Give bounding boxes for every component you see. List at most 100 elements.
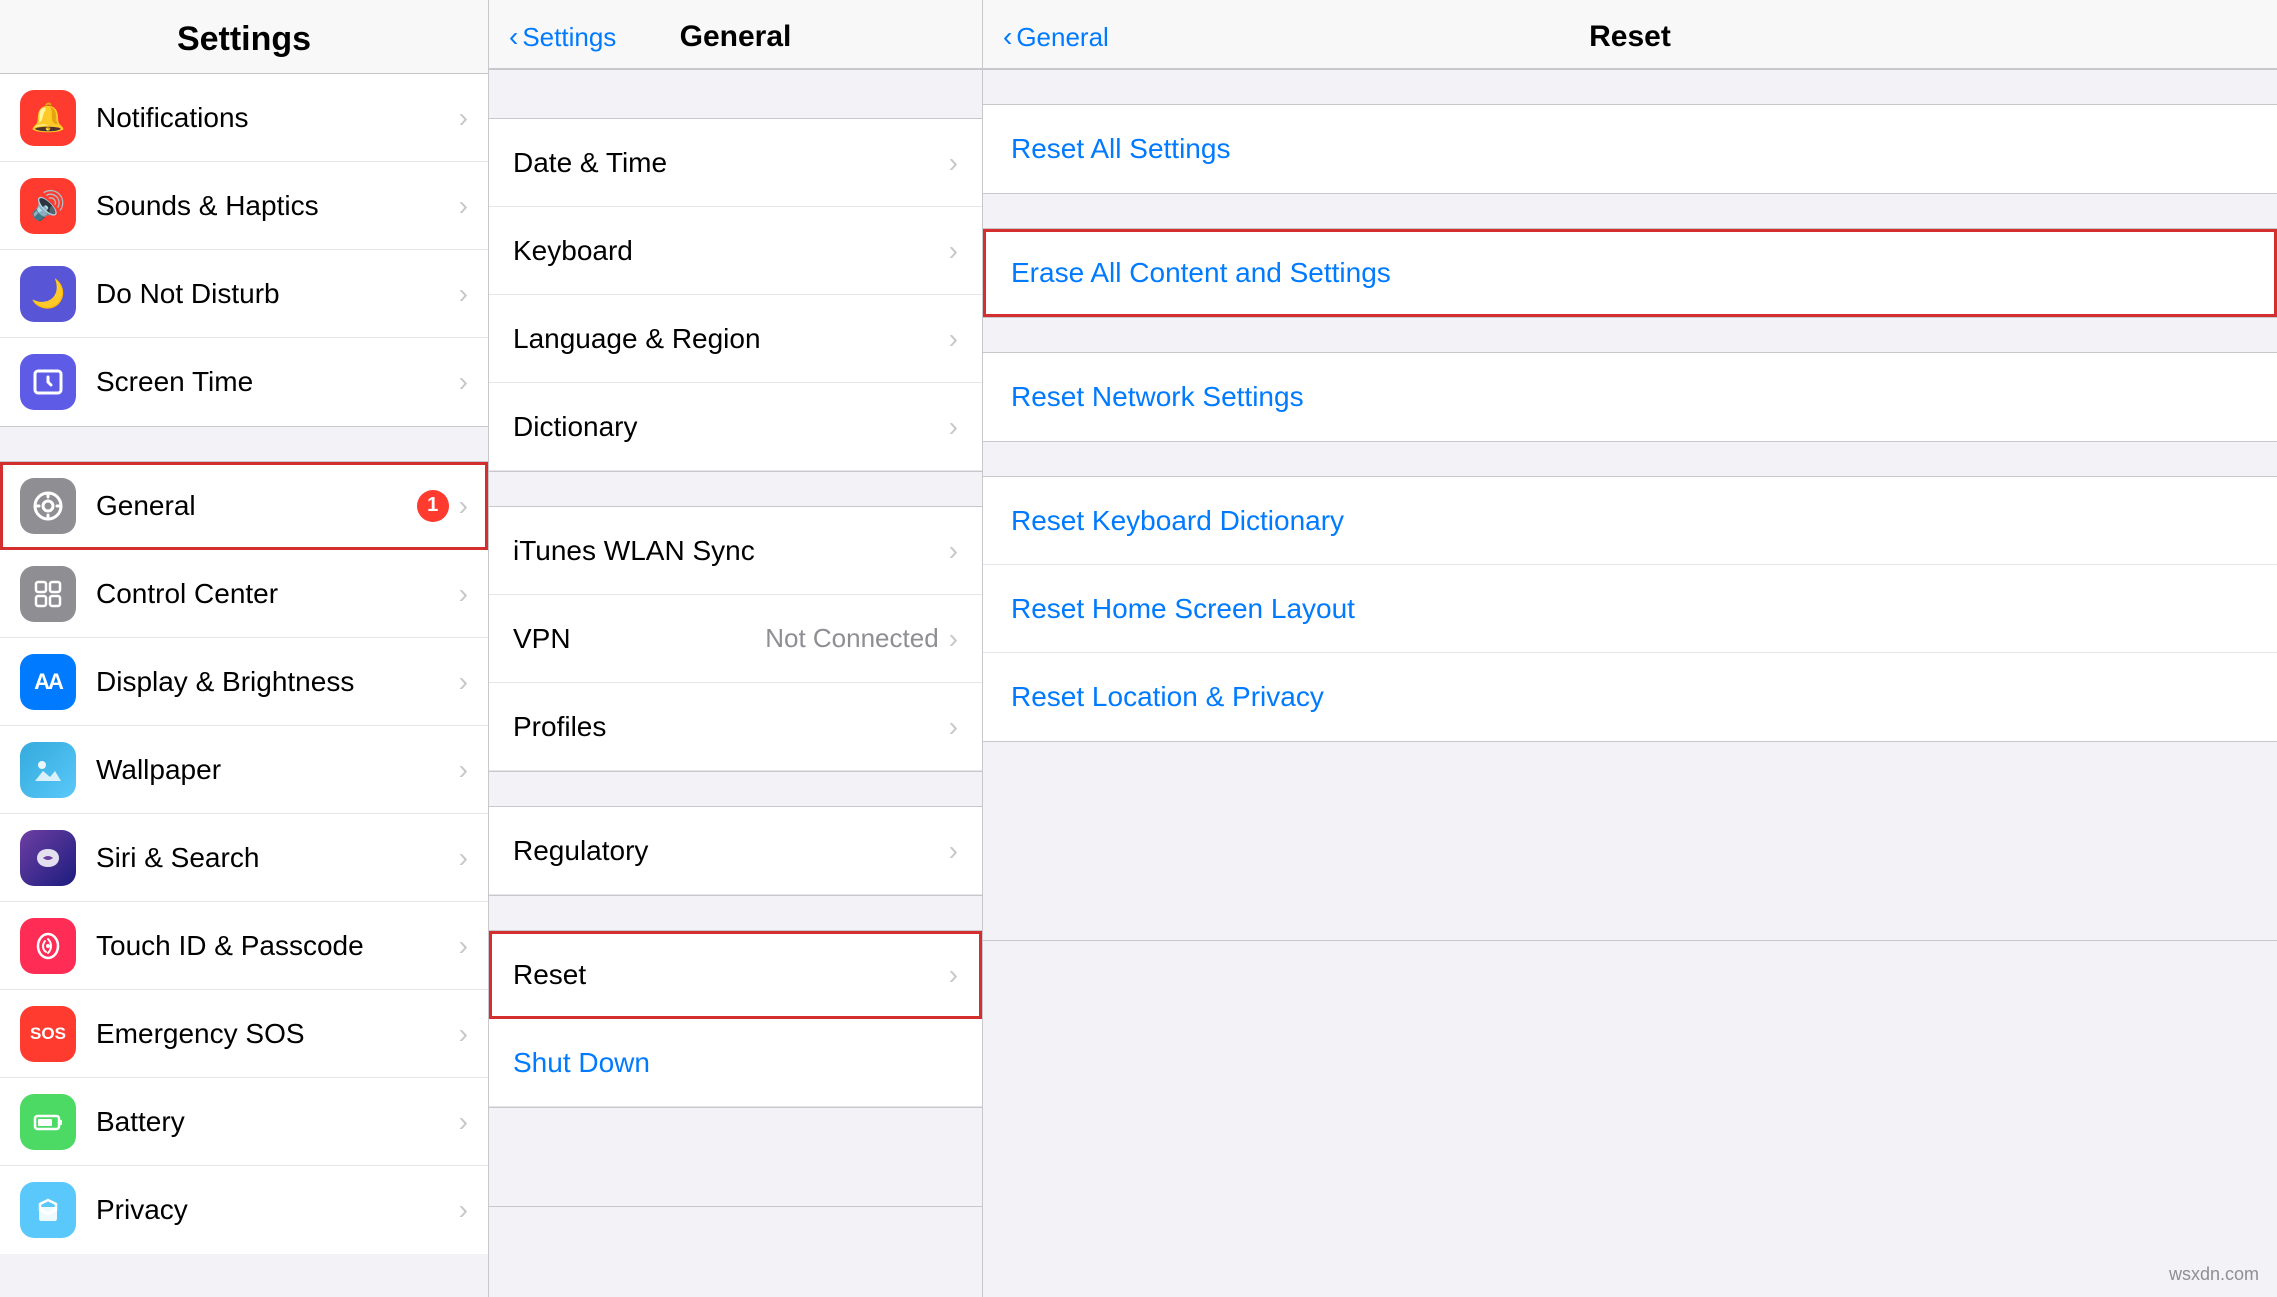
sidebar-item-privacy[interactable]: Privacy › xyxy=(0,1166,488,1254)
sounds-chevron: › xyxy=(459,190,468,222)
wallpaper-icon xyxy=(20,742,76,798)
sounds-icon: 🔊 xyxy=(20,178,76,234)
middle-item-reset[interactable]: Reset › xyxy=(489,931,982,1019)
notifications-label: Notifications xyxy=(96,102,459,134)
screentime-label: Screen Time xyxy=(96,366,459,398)
reset-keyboard-label: Reset Keyboard Dictionary xyxy=(1011,505,1344,537)
middle-pane-title: General xyxy=(680,20,792,54)
left-pane: Settings 🔔 Notifications › 🔊 Sounds & Ha… xyxy=(0,0,489,1297)
middle-divider-1 xyxy=(489,471,982,507)
reset-item-all-settings[interactable]: Reset All Settings xyxy=(983,105,2277,193)
sidebar-item-controlcenter[interactable]: Control Center › xyxy=(0,550,488,638)
middle-item-profiles[interactable]: Profiles › xyxy=(489,683,982,771)
back-chevron-icon: ‹ xyxy=(509,21,518,53)
middle-section3: Regulatory › xyxy=(489,807,982,895)
sidebar-item-emergencysos[interactable]: SOS Emergency SOS › xyxy=(0,990,488,1078)
sidebar-item-notifications[interactable]: 🔔 Notifications › xyxy=(0,74,488,162)
section1-group: 🔔 Notifications › 🔊 Sounds & Haptics › 🌙 xyxy=(0,74,488,426)
middle-section1: Date & Time › Keyboard › Language & Regi… xyxy=(489,119,982,471)
middle-pane-header: ‹ Settings General xyxy=(489,0,982,69)
regulatory-chevron: › xyxy=(949,835,958,867)
itunes-chevron: › xyxy=(949,535,958,567)
reset-item-location[interactable]: Reset Location & Privacy xyxy=(983,653,2277,741)
middle-item-shutdown[interactable]: Shut Down xyxy=(489,1019,982,1107)
middle-pane: ‹ Settings General Date & Time › Keyboar… xyxy=(489,0,983,1297)
middle-item-vpn[interactable]: VPN Not Connected › xyxy=(489,595,982,683)
sidebar-item-sounds[interactable]: 🔊 Sounds & Haptics › xyxy=(0,162,488,250)
vpn-label: VPN xyxy=(513,623,765,655)
middle-item-keyboard[interactable]: Keyboard › xyxy=(489,207,982,295)
middle-item-language[interactable]: Language & Region › xyxy=(489,295,982,383)
keyboard-chevron: › xyxy=(949,235,958,267)
dictionary-label: Dictionary xyxy=(513,411,949,443)
middle-item-dictionary[interactable]: Dictionary › xyxy=(489,383,982,471)
reset-item-keyboard[interactable]: Reset Keyboard Dictionary xyxy=(983,477,2277,565)
battery-chevron: › xyxy=(459,1106,468,1138)
datetime-label: Date & Time xyxy=(513,147,949,179)
reset-back-label: General xyxy=(1016,22,1109,53)
middle-settings-list: Date & Time › Keyboard › Language & Regi… xyxy=(489,69,982,1297)
sidebar-item-siri[interactable]: Siri & Search › xyxy=(0,814,488,902)
notifications-icon: 🔔 xyxy=(20,90,76,146)
sidebar-item-wallpaper[interactable]: Wallpaper › xyxy=(0,726,488,814)
general-icon xyxy=(20,478,76,534)
middle-item-itunes[interactable]: iTunes WLAN Sync › xyxy=(489,507,982,595)
reset-item-network[interactable]: Reset Network Settings xyxy=(983,353,2277,441)
reset-item-homescreen[interactable]: Reset Home Screen Layout xyxy=(983,565,2277,653)
emergencysos-icon: SOS xyxy=(20,1006,76,1062)
right-pane-header: ‹ General Reset xyxy=(983,0,2277,69)
middle-item-regulatory[interactable]: Regulatory › xyxy=(489,807,982,895)
reset-list: Reset All Settings Erase All Content and… xyxy=(983,69,2277,1297)
middle-divider-3 xyxy=(489,895,982,931)
touchid-chevron: › xyxy=(459,930,468,962)
profiles-chevron: › xyxy=(949,711,958,743)
donotdisturb-label: Do Not Disturb xyxy=(96,278,459,310)
controlcenter-label: Control Center xyxy=(96,578,459,610)
erase-all-label: Erase All Content and Settings xyxy=(1011,257,1391,289)
reset-item-erase-all[interactable]: Erase All Content and Settings xyxy=(983,229,2277,317)
sidebar-item-display[interactable]: AA Display & Brightness › xyxy=(0,638,488,726)
general-chevron: › xyxy=(459,490,468,522)
middle-divider-2 xyxy=(489,771,982,807)
vpn-value: Not Connected xyxy=(765,623,938,654)
screentime-icon xyxy=(20,354,76,410)
emergencysos-label: Emergency SOS xyxy=(96,1018,459,1050)
reset-back-button[interactable]: ‹ General xyxy=(1003,21,1109,53)
reset-section3: Reset Network Settings xyxy=(983,353,2277,441)
privacy-label: Privacy xyxy=(96,1194,459,1226)
itunes-label: iTunes WLAN Sync xyxy=(513,535,949,567)
reset-network-label: Reset Network Settings xyxy=(1011,381,1304,413)
sidebar-item-screentime[interactable]: Screen Time › xyxy=(0,338,488,426)
reset-homescreen-label: Reset Home Screen Layout xyxy=(1011,593,1355,625)
sidebar-item-general[interactable]: General 1 › xyxy=(0,462,488,550)
reset-top-divider xyxy=(983,69,2277,105)
reset-divider-1 xyxy=(983,193,2277,229)
screentime-chevron: › xyxy=(459,366,468,398)
settings-list: 🔔 Notifications › 🔊 Sounds & Haptics › 🌙 xyxy=(0,74,488,1297)
sidebar-item-battery[interactable]: Battery › xyxy=(0,1078,488,1166)
touchid-label: Touch ID & Passcode xyxy=(96,930,459,962)
controlcenter-icon xyxy=(20,566,76,622)
sounds-label: Sounds & Haptics xyxy=(96,190,459,222)
back-label: Settings xyxy=(522,22,616,53)
sidebar-item-touchid[interactable]: Touch ID & Passcode › xyxy=(0,902,488,990)
section2-group: General 1 › Control Center › AA xyxy=(0,462,488,1254)
profiles-label: Profiles xyxy=(513,711,949,743)
privacy-icon xyxy=(20,1182,76,1238)
reset-divider-3 xyxy=(983,441,2277,477)
general-back-button[interactable]: ‹ Settings xyxy=(509,21,616,53)
reset-divider-2 xyxy=(983,317,2277,353)
display-chevron: › xyxy=(459,666,468,698)
donotdisturb-icon: 🌙 xyxy=(20,266,76,322)
reset-back-chevron-icon: ‹ xyxy=(1003,21,1012,53)
left-pane-title: Settings xyxy=(177,20,311,59)
datetime-chevron: › xyxy=(949,147,958,179)
reset-chevron: › xyxy=(949,959,958,991)
middle-section4: Reset › Shut Down xyxy=(489,931,982,1107)
middle-item-datetime[interactable]: Date & Time › xyxy=(489,119,982,207)
general-badge: 1 xyxy=(417,490,449,522)
sidebar-item-donotdisturb[interactable]: 🌙 Do Not Disturb › xyxy=(0,250,488,338)
keyboard-label: Keyboard xyxy=(513,235,949,267)
reset-section2: Erase All Content and Settings xyxy=(983,229,2277,317)
reset-section1: Reset All Settings xyxy=(983,105,2277,193)
